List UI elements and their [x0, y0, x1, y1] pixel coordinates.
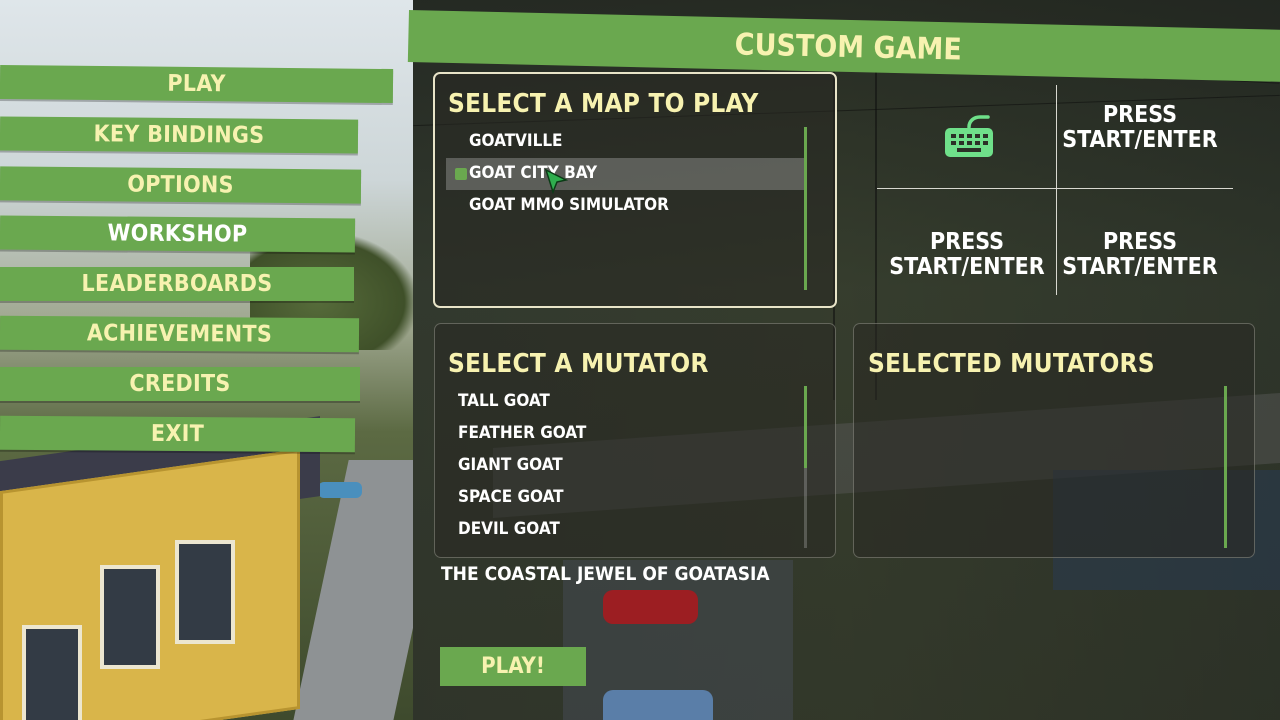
menu-key-bindings-button[interactable]: KEY BINDINGS — [0, 116, 359, 154]
selected-mutators-scrollbar[interactable] — [1224, 386, 1227, 548]
player-grid-horizontal-divider — [877, 188, 1233, 189]
menu-workshop-button[interactable]: WORKSHOP — [0, 215, 356, 253]
menu-leaderboards-button[interactable]: LEADERBOARDS — [0, 267, 354, 301]
selected-mutators-title: SELECTED MUTATORS — [868, 349, 1155, 379]
background-red-car — [603, 590, 698, 624]
background-scene-left — [0, 0, 413, 720]
player-3-press-start: PRESS START/ENTER — [889, 229, 1045, 280]
background-road — [291, 460, 413, 720]
mutator-scrollbar-thumb[interactable] — [804, 386, 807, 468]
map-item-goat-mmo-simulator[interactable]: GOAT MMO SIMULATOR — [469, 195, 669, 215]
play-button[interactable]: PLAY! — [440, 647, 586, 686]
background-blue-car — [603, 690, 713, 720]
mutator-item-giant-goat[interactable]: GIANT GOAT — [458, 455, 563, 475]
selected-map-marker — [455, 168, 467, 180]
page-title: CUSTOM GAME — [734, 27, 963, 68]
cursor-pointer-icon — [544, 168, 569, 194]
menu-options-button[interactable]: OPTIONS — [0, 166, 362, 204]
mutator-item-space-goat[interactable]: SPACE GOAT — [458, 487, 564, 507]
player-2-press-start: PRESS START/ENTER — [1062, 102, 1218, 153]
keyboard-icon — [945, 115, 993, 157]
menu-credits-button[interactable]: CREDITS — [0, 367, 360, 401]
background-window — [100, 565, 160, 669]
map-item-goat-city-bay[interactable]: GOAT CITY BAY — [469, 163, 597, 183]
mutator-item-devil-goat[interactable]: DEVIL GOAT — [458, 519, 560, 539]
background-window — [22, 625, 82, 720]
menu-exit-button[interactable]: EXIT — [0, 415, 356, 453]
player-4-press-start: PRESS START/ENTER — [1062, 229, 1218, 280]
map-description: THE COASTAL JEWEL OF GOATASIA — [441, 563, 770, 585]
background-window — [175, 540, 235, 644]
map-item-goatville[interactable]: GOATVILLE — [469, 131, 563, 151]
mutator-item-feather-goat[interactable]: FEATHER GOAT — [458, 423, 586, 443]
mutator-select-title: SELECT A MUTATOR — [448, 349, 709, 379]
map-list-scrollbar[interactable] — [804, 127, 807, 290]
mutator-item-tall-goat[interactable]: TALL GOAT — [458, 391, 550, 411]
menu-achievements-button[interactable]: ACHIEVEMENTS — [0, 315, 360, 353]
background-car — [318, 482, 362, 498]
map-select-title: SELECT A MAP TO PLAY — [448, 89, 759, 119]
menu-play-button[interactable]: PLAY — [0, 64, 394, 104]
